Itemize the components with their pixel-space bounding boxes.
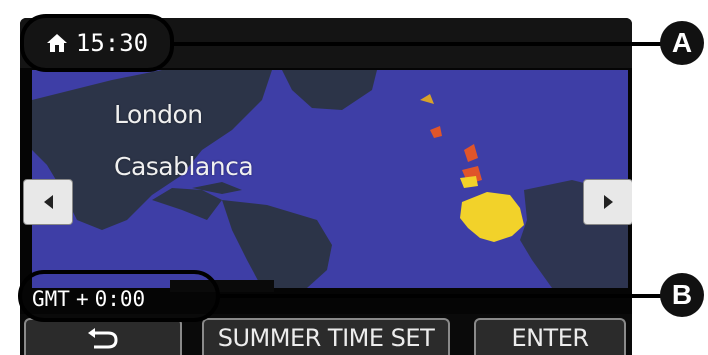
land-south-america: [222, 200, 332, 288]
prev-city-button[interactable]: [24, 180, 72, 224]
land-africa-gmt: [460, 192, 524, 242]
callout-line-b: [218, 294, 670, 298]
callout-ring-b: [18, 270, 220, 322]
left-arrow-icon: [43, 195, 53, 209]
enter-button[interactable]: ENTER: [474, 318, 626, 355]
city-label-casablanca: Casablanca: [114, 152, 254, 181]
land-iceland: [420, 94, 434, 104]
callout-line-a: [172, 42, 670, 46]
land-greenland: [282, 70, 377, 110]
callout-ring-a: [20, 14, 174, 72]
land-central-america: [152, 188, 222, 220]
callout-a: A: [660, 21, 704, 65]
summer-time-set-button[interactable]: SUMMER TIME SET: [202, 318, 450, 355]
return-icon: [88, 327, 118, 348]
city-label-london: London: [114, 100, 203, 129]
land-uk: [464, 144, 478, 162]
land-ireland: [430, 126, 442, 138]
callout-b: B: [660, 273, 704, 317]
land-spain-south: [460, 176, 478, 188]
right-arrow-icon: [603, 195, 613, 209]
next-city-button[interactable]: [584, 180, 632, 224]
back-button[interactable]: [24, 318, 182, 355]
